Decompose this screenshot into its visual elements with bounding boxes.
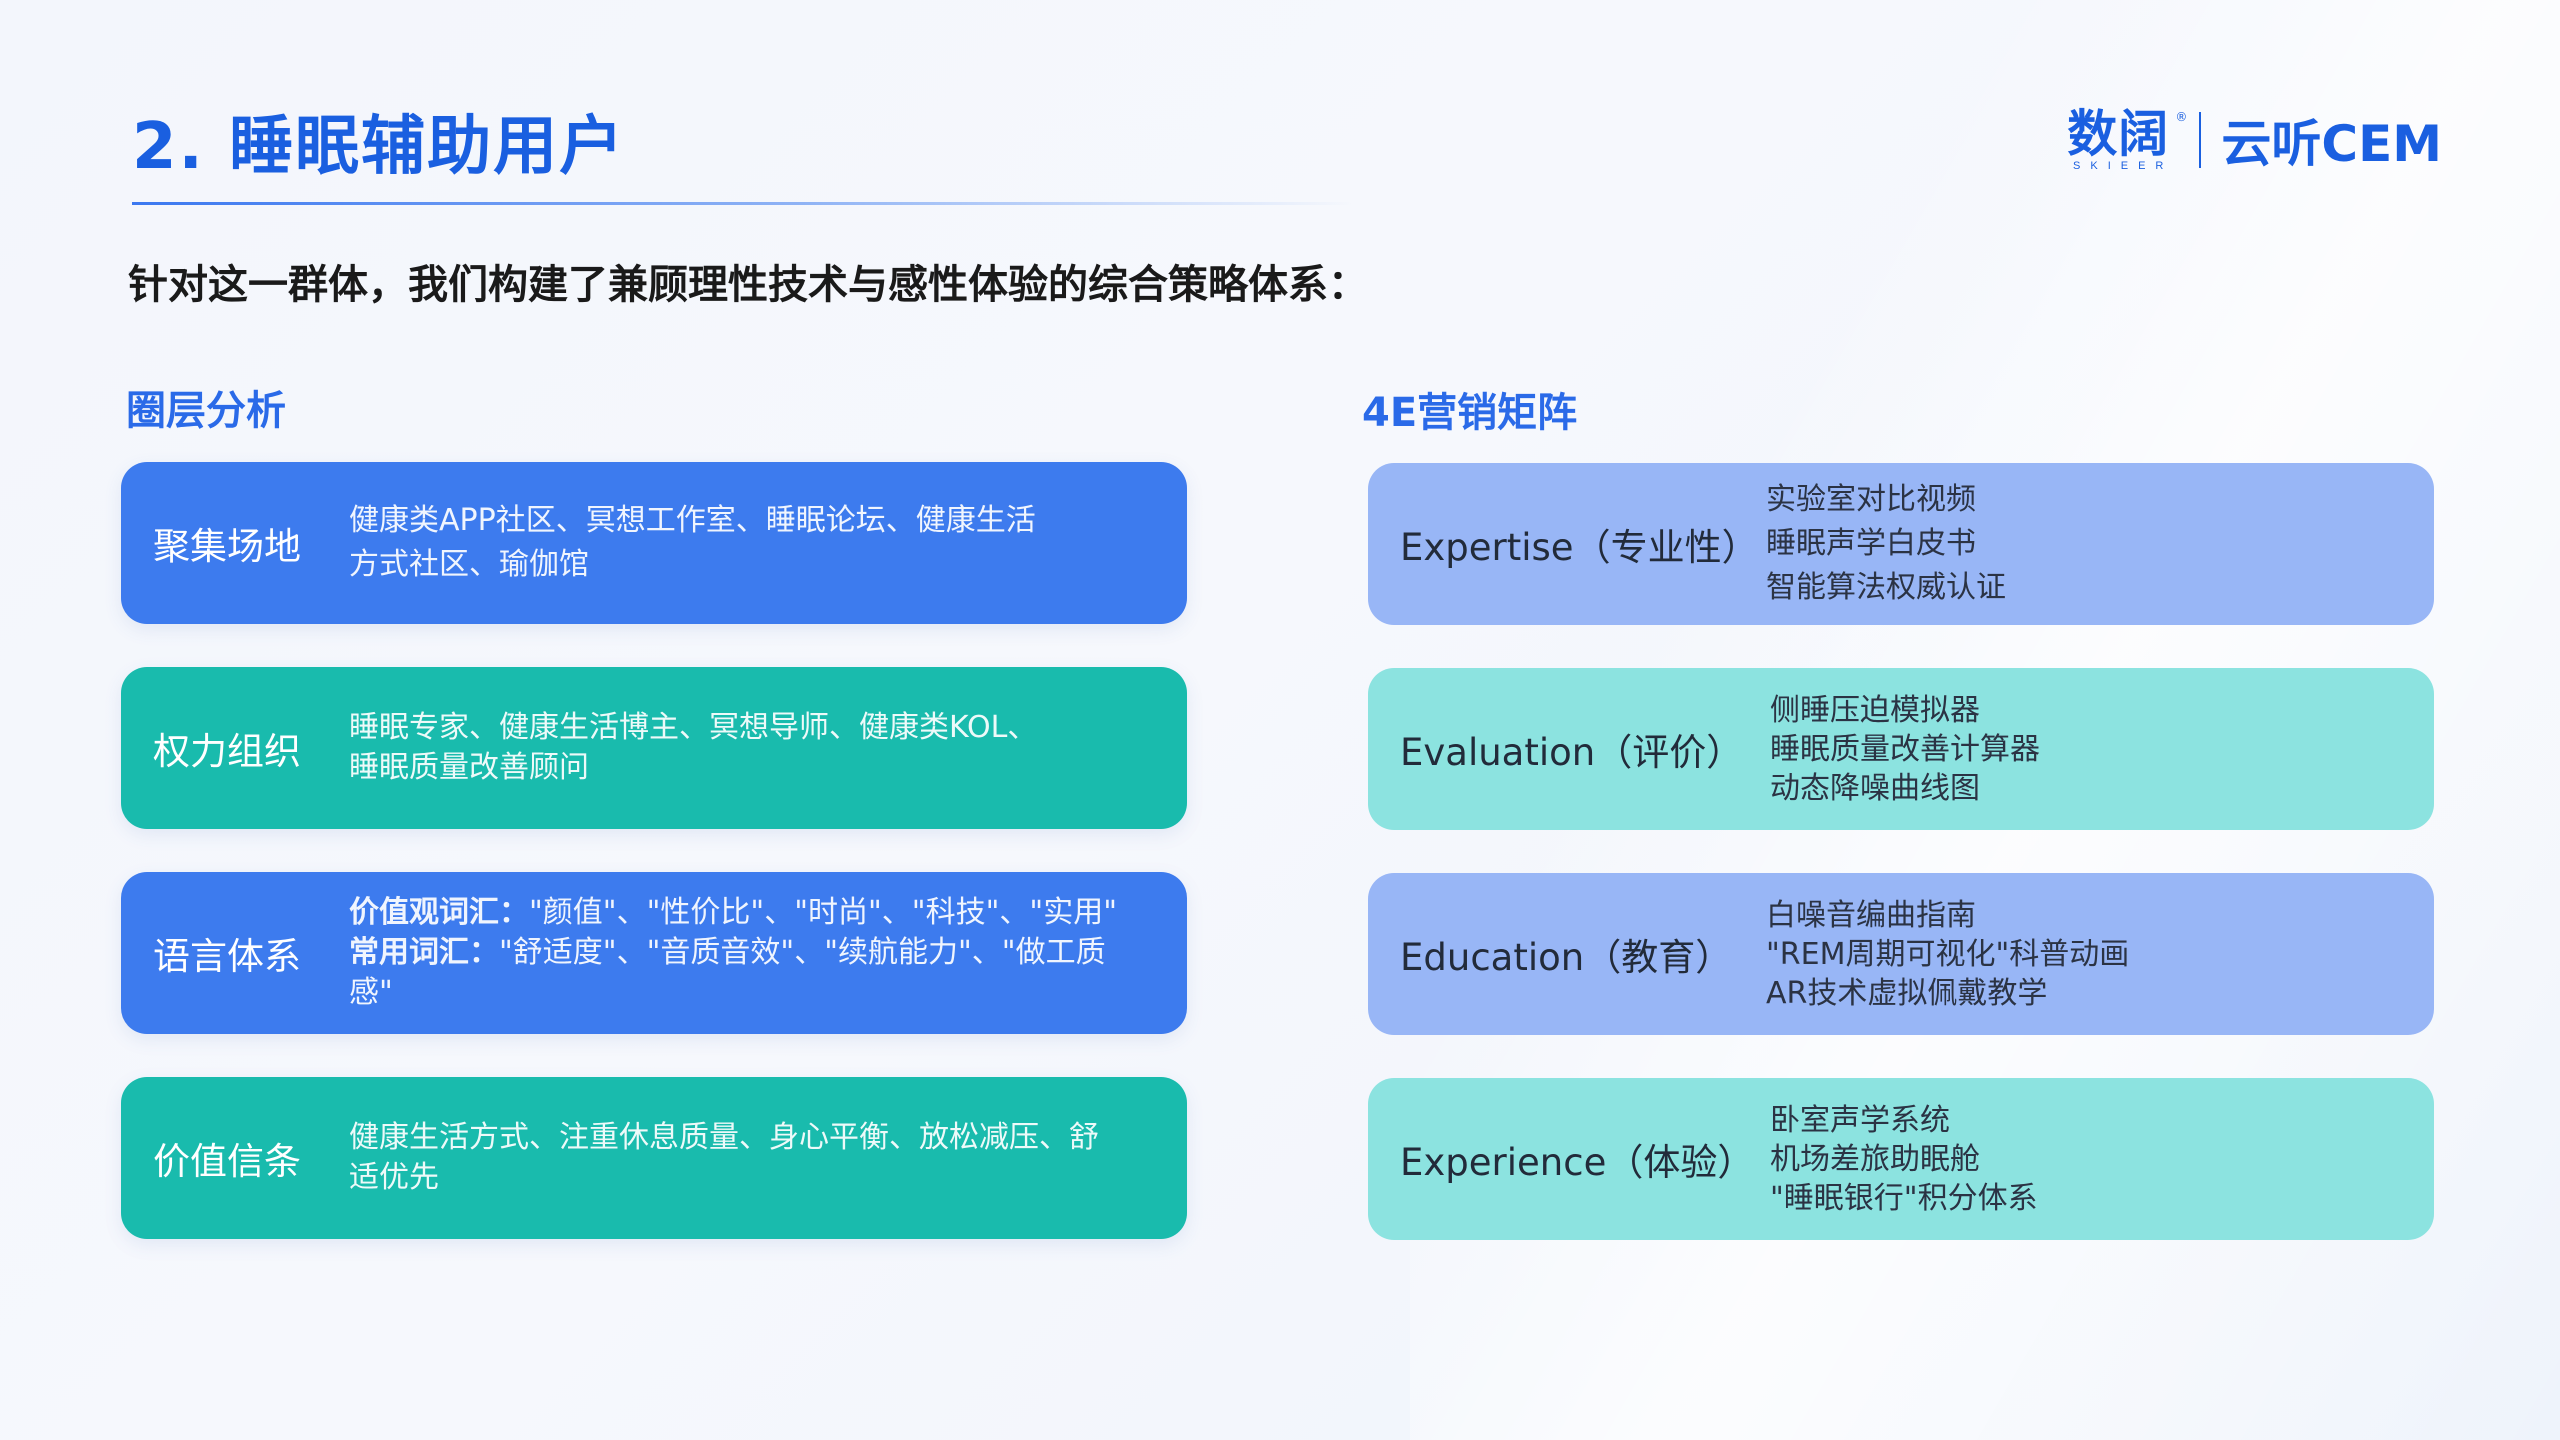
card-expertise: Expertise（专业性） 实验室对比视频 睡眠声学白皮书 智能算法权威认证 [1368,463,2434,625]
value-words-label: 价值观词汇： [349,895,529,930]
card-description: 健康生活方式、注重休息质量、身心平衡、放松减压、舒 适优先 [349,1118,1187,1198]
list-item: 睡眠声学白皮书 [1766,526,1976,561]
intro-text: 针对这一群体，我们构建了兼顾理性技术与感性体验的综合策略体系： [128,262,1368,308]
list-item: 智能算法权威认证 [1766,570,2006,605]
card-label: 聚集场地 [153,525,301,568]
common-words: "舒适度"、"音质音效"、"续航能力"、"做工质 [499,935,1106,970]
card-label: 权力组织 [153,730,301,773]
card-gathering-places: 聚集场地 健康类APP社区、冥想工作室、睡眠论坛、健康生活 方式社区、瑜伽馆 [121,462,1187,624]
list-item: "睡眠银行"积分体系 [1770,1180,2038,1216]
logo-divider [2199,112,2202,168]
card-evaluation: Evaluation（评价） 侧睡压迫模拟器 睡眠质量改善计算器 动态降噪曲线图 [1368,668,2434,830]
page-title: 2. 睡眠辅助用户 [132,110,626,184]
list-item: 侧睡压迫模拟器 [1770,692,1980,728]
description-line: 方式社区、瑜伽馆 [349,547,589,582]
card-label: Expertise（专业性） [1400,526,1759,569]
section-title-circle-analysis: 圈层分析 [126,388,286,434]
card-description: 健康类APP社区、冥想工作室、睡眠论坛、健康生活 方式社区、瑜伽馆 [349,499,1187,587]
card-items: 实验室对比视频 睡眠声学白皮书 智能算法权威认证 [1752,478,2434,610]
card-items: 侧睡压迫模拟器 睡眠质量改善计算器 动态降噪曲线图 [1752,691,2434,808]
logo-product: 云听CEM [2221,115,2442,173]
card-power-organization: 权力组织 睡眠专家、健康生活博主、冥想导师、健康类KOL、 睡眠质量改善顾问 [121,667,1187,829]
list-item: 实验室对比视频 [1766,482,1976,517]
logo-brand: 数阔 [2067,105,2170,163]
card-description: 价值观词汇："颜值"、"性价比"、"时尚"、"科技"、"实用" 常用词汇："舒适… [349,893,1187,1013]
common-words-label: 常用词汇： [349,935,499,970]
registered-mark: ® [2175,110,2188,124]
description-line: 健康生活方式、注重休息质量、身心平衡、放松减压、舒 [349,1120,1099,1155]
card-items: 白噪音编曲指南 "REM周期可视化"科普动画 AR技术虚拟佩戴教学 [1752,896,2434,1013]
card-experience: Experience（体验） 卧室声学系统 机场差旅助眠舱 "睡眠银行"积分体系 [1368,1078,2434,1240]
value-words: "颜值"、"性价比"、"时尚"、"科技"、"实用" [529,895,1117,930]
card-value-creed: 价值信条 健康生活方式、注重休息质量、身心平衡、放松减压、舒 适优先 [121,1077,1187,1239]
list-item: 白噪音编曲指南 [1766,897,1976,933]
card-education: Education（教育） 白噪音编曲指南 "REM周期可视化"科普动画 AR技… [1368,873,2434,1035]
list-item: 机场差旅助眠舱 [1770,1141,1980,1177]
list-item: 动态降噪曲线图 [1770,770,1980,806]
description-line: 睡眠质量改善顾问 [349,750,589,785]
description-line: 价值观词汇："颜值"、"性价比"、"时尚"、"科技"、"实用" [349,893,1157,933]
section-title-4e-matrix: 4E营销矩阵 [1362,390,1578,436]
logo-brand-sub: SKIEER [2073,160,2174,172]
card-label: 价值信条 [153,1140,301,1183]
list-item: 卧室声学系统 [1770,1102,1950,1138]
description-line: 感" [349,975,393,1010]
card-label: Education（教育） [1400,936,1733,979]
card-label: 语言体系 [153,935,301,978]
description-line: 常用词汇："舒适度"、"音质音效"、"续航能力"、"做工质 [349,933,1157,973]
card-label: Experience（体验） [1400,1141,1755,1184]
list-item: "REM周期可视化"科普动画 [1766,936,2130,972]
card-label: Evaluation（评价） [1400,731,1744,774]
list-item: AR技术虚拟佩戴教学 [1766,975,2048,1011]
logo-brand-block: 数阔 SKIEER ® [2063,105,2187,172]
list-item: 睡眠质量改善计算器 [1770,731,2040,767]
description-line: 适优先 [349,1160,439,1195]
title-underline [132,202,1352,205]
card-language-system: 语言体系 价值观词汇："颜值"、"性价比"、"时尚"、"科技"、"实用" 常用词… [121,872,1187,1034]
card-description: 睡眠专家、健康生活博主、冥想导师、健康类KOL、 睡眠质量改善顾问 [349,708,1187,788]
card-items: 卧室声学系统 机场差旅助眠舱 "睡眠银行"积分体系 [1752,1101,2434,1218]
logo: 数阔 SKIEER ® 云听CEM [2063,105,2442,173]
description-line: 健康类APP社区、冥想工作室、睡眠论坛、健康生活 [349,503,1036,538]
description-line: 睡眠专家、健康生活博主、冥想导师、健康类KOL、 [349,710,1038,745]
